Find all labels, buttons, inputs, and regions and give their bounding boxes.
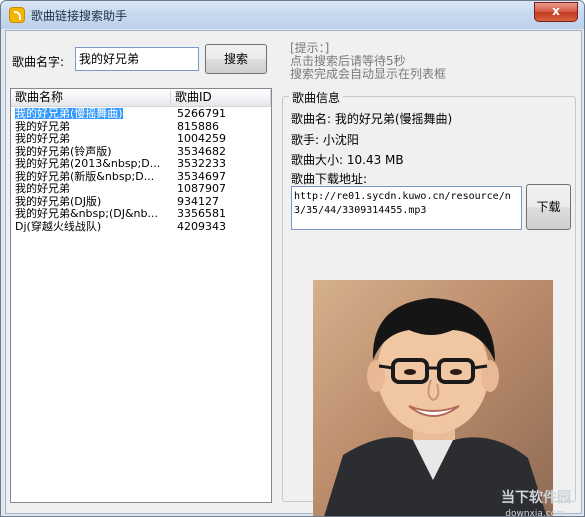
title-bar[interactable]: 歌曲链接搜索助手 x: [1, 1, 584, 29]
list-item-name: 我的好兄弟: [15, 121, 169, 132]
list-item-id: 5266791: [177, 107, 226, 120]
song-list[interactable]: 歌曲名称 歌曲ID 我的好兄弟(慢摇舞曲) 5266791 我的好兄弟 815886 我…: [10, 88, 272, 503]
list-item[interactable]: Dj(穿越火线战队) 4209343: [11, 221, 271, 232]
column-header-id[interactable]: 歌曲ID: [171, 90, 271, 105]
list-item-id: 3356581: [177, 207, 226, 220]
app-window: 歌曲链接搜索助手 x 歌曲名字: 我的好兄弟 搜索 [提示：] 点击搜索后请等待…: [0, 0, 585, 517]
list-item-name: 我的好兄弟(铃声版): [15, 146, 169, 157]
list-item-id: 934127: [177, 194, 219, 208]
list-item-name: 我的好兄弟(新版&nbsp;D...: [15, 171, 169, 182]
list-item-name-text: Dj(穿越火线战队): [15, 220, 102, 232]
list-item-id: 1087907: [177, 182, 226, 195]
list-item-id: 1004259: [177, 132, 226, 145]
list-item-name: 我的好兄弟(DJ版): [15, 196, 169, 207]
list-item-name: 我的好兄弟: [15, 183, 169, 194]
song-info-title: 歌曲信息: [289, 89, 344, 106]
list-item[interactable]: 我的好兄弟(慢摇舞曲) 5266791: [11, 108, 271, 119]
list-item-id: 3532233: [177, 157, 226, 170]
list-item-id: 815886: [177, 119, 219, 133]
list-item-name-text: 我的好兄弟: [15, 120, 70, 132]
list-item[interactable]: 我的好兄弟(2013&nbsp;D... 3532233: [11, 158, 271, 169]
close-button[interactable]: x: [534, 2, 578, 22]
list-item-name-text: 我的好兄弟(新版&nbsp;D...: [15, 170, 155, 182]
list-item[interactable]: 我的好兄弟 1087907: [11, 183, 271, 194]
song-name-info: 歌曲名: 我的好兄弟(慢摇舞曲): [291, 112, 453, 126]
list-item-name-text: 我的好兄弟(2013&nbsp;D...: [15, 158, 161, 169]
list-item-name-text: 我的好兄弟: [15, 183, 70, 194]
list-item-id: 3534682: [177, 144, 226, 158]
window-title: 歌曲链接搜索助手: [31, 9, 128, 23]
singer-photo: [313, 280, 553, 516]
list-item-name-text: 我的好兄弟(DJ版): [15, 195, 102, 207]
client-area: 歌曲名字: 我的好兄弟 搜索 [提示：] 点击搜索后请等待5秒 搜索完成会自动显…: [5, 30, 582, 517]
list-item-name: 我的好兄弟(2013&nbsp;D...: [15, 158, 169, 169]
list-header: 歌曲名称 歌曲ID: [11, 89, 271, 107]
song-name-input[interactable]: 我的好兄弟: [75, 47, 199, 71]
list-item[interactable]: 我的好兄弟(DJ版) 934127: [11, 196, 271, 207]
song-size-info: 歌曲大小: 10.43 MB: [291, 153, 404, 167]
list-item-name-text: 我的好兄弟(铃声版): [15, 145, 112, 157]
list-item-name: 我的好兄弟&nbsp;(DJ&nb...: [15, 208, 169, 219]
list-item[interactable]: 我的好兄弟&nbsp;(DJ&nb... 3356581: [11, 208, 271, 219]
list-item-name: 我的好兄弟(慢摇舞曲): [15, 108, 169, 119]
list-item-name: 我的好兄弟: [15, 133, 169, 144]
hint-line-auto: 搜索完成会自动显示在列表框: [290, 67, 447, 81]
search-button[interactable]: 搜索: [205, 44, 267, 74]
list-item[interactable]: 我的好兄弟(新版&nbsp;D... 3534697: [11, 171, 271, 182]
download-button[interactable]: 下载: [526, 184, 571, 230]
app-music-icon: [9, 7, 25, 23]
list-item[interactable]: 我的好兄弟(铃声版) 3534682: [11, 146, 271, 157]
list-item-name-text: 我的好兄弟(慢摇舞曲): [15, 108, 123, 119]
column-header-name[interactable]: 歌曲名称: [11, 90, 171, 105]
list-item-name-text: 我的好兄弟: [15, 133, 70, 144]
list-item-name: Dj(穿越火线战队): [15, 221, 169, 232]
list-item-id: 3534697: [177, 169, 226, 183]
download-url-field[interactable]: http://re01.sycdn.kuwo.cn/resource/n3/35…: [291, 186, 522, 230]
list-item[interactable]: 我的好兄弟 1004259: [11, 133, 271, 144]
watermark-logo-text: 当下软件园: [501, 490, 571, 506]
list-item-name-text: 我的好兄弟&nbsp;(DJ&nb...: [15, 208, 158, 219]
download-url-label: 歌曲下载地址:: [291, 172, 368, 186]
singer-info: 歌手: 小沈阳: [291, 133, 359, 147]
list-item-id: 4209343: [177, 219, 226, 233]
watermark-url: downxia.com: [505, 509, 565, 517]
list-item[interactable]: 我的好兄弟 815886: [11, 121, 271, 132]
song-info-group: 歌曲信息 歌曲名: 我的好兄弟(慢摇舞曲) 歌手: 小沈阳 歌曲大小: 10.4…: [282, 89, 576, 516]
song-name-label: 歌曲名字:: [12, 55, 65, 69]
